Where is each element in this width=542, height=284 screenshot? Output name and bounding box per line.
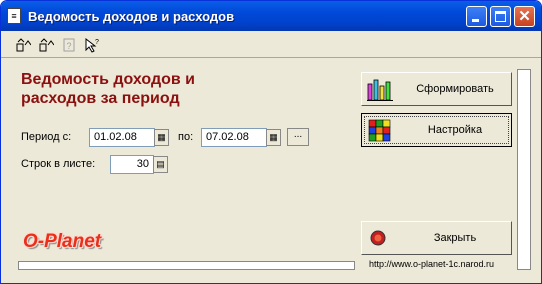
toolbar: ? ? xyxy=(1,31,541,58)
minimize-button[interactable] xyxy=(466,6,487,27)
period-select-button[interactable]: ... xyxy=(287,128,309,146)
maximize-icon xyxy=(495,11,506,22)
settings-button-label: Настройка xyxy=(427,124,483,136)
website-link[interactable]: http://www.o-planet-1c.narod.ru xyxy=(369,259,494,269)
help-icon[interactable]: ? xyxy=(61,37,77,53)
generate-button-label: Сформировать xyxy=(416,83,494,95)
window-title: Ведомость доходов и расходов xyxy=(28,9,235,24)
main-window: ≡ Ведомость доходов и расходов ✕ ? ? Вед… xyxy=(0,0,542,284)
context-help-icon[interactable]: ? xyxy=(84,37,100,53)
period-to-label: по: xyxy=(178,131,194,143)
svg-text:?: ? xyxy=(95,39,99,46)
cube-icon xyxy=(368,119,391,142)
report-heading: Ведомость доходов и расходов за период xyxy=(21,70,195,108)
form-icon[interactable]: ≡ xyxy=(7,8,21,24)
maximize-button[interactable] xyxy=(490,6,511,27)
chart-icon xyxy=(367,79,393,101)
settings-button[interactable]: Настройка xyxy=(361,113,512,147)
vertical-scrollbar[interactable] xyxy=(517,69,531,270)
rows-per-sheet-label: Строк в листе: xyxy=(21,158,96,170)
calculator-icon[interactable]: ▤ xyxy=(153,156,168,173)
calendar-from-icon[interactable]: ▦ xyxy=(154,129,169,146)
progress-bar xyxy=(18,261,355,270)
rows-per-sheet-field[interactable]: 30 xyxy=(110,155,154,174)
close-button[interactable]: Закрыть xyxy=(361,221,512,255)
heading-line-1: Ведомость доходов и xyxy=(21,71,196,88)
minimize-icon xyxy=(472,19,479,22)
open-up-icon[interactable] xyxy=(15,37,32,53)
period-to-field[interactable]: 07.02.08 xyxy=(201,128,267,147)
generate-button[interactable]: Сформировать xyxy=(361,72,512,106)
heading-line-2: расходов за период xyxy=(21,90,180,107)
o-planet-logo: O-Planet xyxy=(23,231,102,252)
svg-text:?: ? xyxy=(66,41,71,51)
period-from-label: Период с: xyxy=(21,131,72,143)
close-button-label: Закрыть xyxy=(433,232,477,244)
title-bar[interactable]: ≡ Ведомость доходов и расходов ✕ xyxy=(1,1,541,31)
calendar-to-icon[interactable]: ▦ xyxy=(266,129,281,146)
close-window-button[interactable]: ✕ xyxy=(514,6,535,27)
stop-icon xyxy=(370,230,386,246)
period-from-field[interactable]: 01.02.08 xyxy=(89,128,155,147)
close-icon: ✕ xyxy=(518,8,531,25)
save-up-icon[interactable] xyxy=(38,37,55,53)
